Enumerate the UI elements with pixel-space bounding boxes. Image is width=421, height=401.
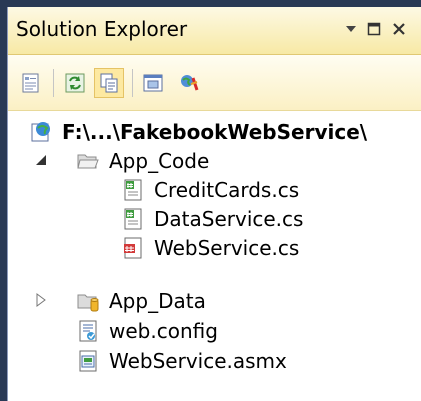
dropdown-arrow-icon[interactable] [341,19,361,39]
csharp-file-icon [124,237,142,259]
properties-icon[interactable] [16,68,46,98]
tree-item-label: WebService.cs [154,236,300,260]
maximize-icon[interactable] [364,19,384,39]
csharp-file-icon [124,179,142,201]
tree-file-item[interactable]: CreditCards.cs [121,175,299,205]
tree-item-label: App_Data [109,289,206,313]
panel-titlebar: Solution Explorer [8,7,421,55]
copy-website-icon[interactable] [174,68,204,98]
website-project-icon [31,122,50,142]
tree-item-label: App_Code [109,149,210,173]
panel-title: Solution Explorer [16,17,188,41]
tree-item-label: CreditCards.cs [154,178,300,202]
tree-folder-item[interactable]: App_Data [76,286,206,316]
tree-file-item[interactable]: DataService.cs [121,204,303,234]
tree-file-item[interactable]: WebService.asmx [76,346,287,376]
close-icon[interactable] [389,19,409,39]
open-folder-icon [77,154,99,169]
solution-explorer-panel: Solution Explorer F:\...\FakebookWebServ… [7,7,421,401]
tree-item-label: WebService.asmx [109,349,287,373]
tree-folder-item[interactable]: App_Code [76,146,209,176]
collapsed-arrow-icon[interactable] [34,293,48,307]
tree-file-item[interactable]: web.config [76,316,218,346]
tree-file-item[interactable]: WebService.cs [121,233,299,263]
refresh-icon[interactable] [60,68,90,98]
data-folder-icon [77,294,99,312]
toolbar-separator [132,69,133,97]
tree-root-item[interactable]: F:\...\FakebookWebService\ [29,117,367,147]
asmx-file-icon [79,350,97,372]
tree-item-label: DataService.cs [154,207,304,231]
panel-toolbar [8,55,421,111]
show-all-files-icon[interactable] [94,68,124,98]
toolbar-separator [53,69,54,97]
tree-root-label: F:\...\FakebookWebService\ [62,120,368,144]
csharp-file-icon [124,208,142,230]
expanded-arrow-icon[interactable] [34,153,48,167]
config-file-icon [79,320,97,342]
tree-item-label: web.config [109,319,218,343]
view-designer-icon[interactable] [138,68,168,98]
